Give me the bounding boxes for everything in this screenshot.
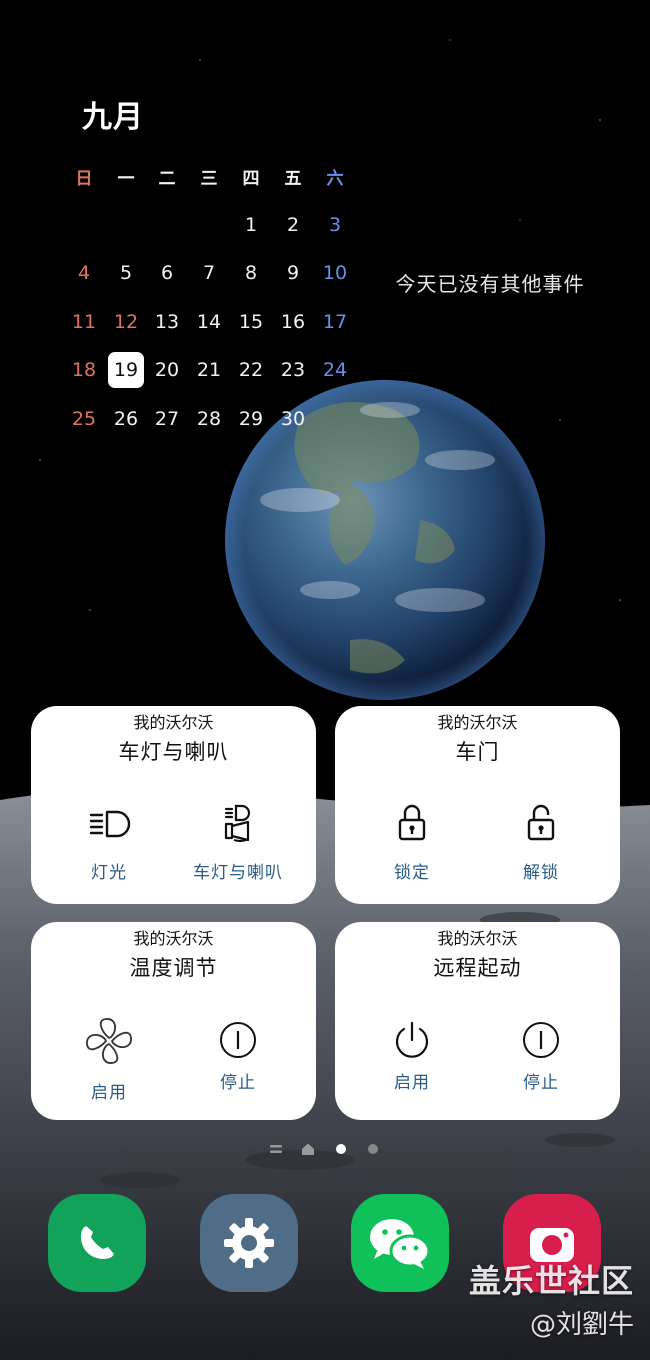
calendar-day[interactable]: 12 <box>108 304 144 340</box>
lights-button[interactable]: 灯光 <box>45 794 173 904</box>
calendar-day[interactable]: 22 <box>233 352 269 388</box>
list-view-icon[interactable] <box>269 1143 283 1155</box>
widget-remote-start: 我的沃尔沃 远程起动 启用 停止 <box>335 922 620 1120</box>
remote-start-label: 启用 <box>394 1073 430 1093</box>
calendar-day[interactable]: 23 <box>275 352 311 388</box>
page-dot-current[interactable] <box>336 1144 346 1154</box>
climate-start-label: 启用 <box>91 1083 127 1103</box>
weekday-header: 一 <box>117 168 135 189</box>
calendar-day[interactable]: 3 <box>317 207 353 243</box>
gear-icon <box>224 1218 274 1268</box>
calendar-day[interactable]: 21 <box>191 352 227 388</box>
climate-stop-button[interactable]: 停止 <box>174 1012 302 1122</box>
climate-stop-label: 停止 <box>220 1073 256 1093</box>
calendar-day[interactable]: 4 <box>66 255 102 291</box>
widget-doors: 我的沃尔沃 车门 锁定 解锁 <box>335 706 620 904</box>
weekday-header: 日 <box>75 168 93 189</box>
calendar-day[interactable]: 28 <box>191 401 227 437</box>
stop-icon <box>220 1022 256 1058</box>
page-indicator[interactable] <box>0 1140 650 1160</box>
widget-subtitle: 我的沃尔沃 <box>133 929 214 948</box>
remote-stop-label: 停止 <box>523 1073 559 1093</box>
watermark-site: 盖乐世社区 <box>468 1262 634 1300</box>
headlight-icon <box>89 810 131 838</box>
widget-subtitle: 我的沃尔沃 <box>437 929 518 948</box>
calendar-day[interactable]: 1 <box>233 207 269 243</box>
calendar-month-title: 九月 <box>82 100 144 135</box>
calendar-day[interactable]: 14 <box>191 304 227 340</box>
stop-icon <box>523 1022 559 1058</box>
calendar-day[interactable]: 25 <box>66 401 102 437</box>
climate-start-button[interactable]: 启用 <box>45 1012 173 1122</box>
power-icon <box>395 1021 429 1058</box>
calendar-day[interactable]: 27 <box>149 401 185 437</box>
remote-stop-button[interactable]: 停止 <box>477 1012 605 1122</box>
widget-title: 车灯与喇叭 <box>118 740 229 764</box>
calendar-day[interactable]: 10 <box>317 255 353 291</box>
calendar-day[interactable]: 16 <box>275 304 311 340</box>
widget-subtitle: 我的沃尔沃 <box>437 713 518 732</box>
lock-button-label: 锁定 <box>394 863 430 883</box>
calendar-day[interactable]: 13 <box>149 304 185 340</box>
calendar-day[interactable]: 15 <box>233 304 269 340</box>
horn-lights-button[interactable]: 车灯与喇叭 <box>174 794 302 904</box>
weekday-header: 五 <box>284 168 302 189</box>
calendar-day[interactable]: 11 <box>66 304 102 340</box>
horn-light-icon <box>224 804 251 843</box>
calendar-day[interactable]: 26 <box>108 401 144 437</box>
lights-button-label: 灯光 <box>91 863 127 883</box>
home-page-icon[interactable] <box>301 1142 315 1156</box>
calendar-day[interactable]: 24 <box>317 352 353 388</box>
calendar-day[interactable]: 19 <box>108 352 144 388</box>
widget-climate: 我的沃尔沃 温度调节 启用 停止 <box>31 922 316 1120</box>
widget-subtitle: 我的沃尔沃 <box>133 713 214 732</box>
no-events-text: 今天已没有其他事件 <box>395 272 585 296</box>
wechat-icon <box>370 1219 431 1269</box>
fan-icon <box>86 1018 132 1064</box>
widget-title: 远程起动 <box>433 956 522 980</box>
calendar-day[interactable]: 6 <box>149 255 185 291</box>
unlock-button[interactable]: 解锁 <box>477 794 605 904</box>
phone-app[interactable] <box>48 1194 146 1292</box>
weekday-header: 四 <box>242 168 260 189</box>
weekday-header: 三 <box>200 168 218 189</box>
phone-icon <box>81 1226 114 1259</box>
calendar-day[interactable]: 30 <box>275 401 311 437</box>
remote-start-button[interactable]: 启用 <box>348 1012 476 1122</box>
horn-lights-button-label: 车灯与喇叭 <box>193 863 283 883</box>
calendar-day[interactable]: 9 <box>275 255 311 291</box>
lock-icon <box>398 804 426 841</box>
calendar-day[interactable]: 8 <box>233 255 269 291</box>
page-dot[interactable] <box>368 1144 378 1154</box>
unlock-icon <box>527 804 555 841</box>
watermark-author: @刘劉牛 <box>529 1310 634 1340</box>
calendar-day[interactable]: 2 <box>275 207 311 243</box>
weekday-header: 二 <box>158 168 176 189</box>
widget-lights-horn: 我的沃尔沃 车灯与喇叭 灯光 车灯与喇叭 <box>31 706 316 904</box>
calendar-day[interactable]: 17 <box>317 304 353 340</box>
calendar-day[interactable]: 18 <box>66 352 102 388</box>
calendar-day[interactable]: 5 <box>108 255 144 291</box>
calendar-day[interactable]: 29 <box>233 401 269 437</box>
settings-app[interactable] <box>200 1194 298 1292</box>
lock-button[interactable]: 锁定 <box>348 794 476 904</box>
widget-title: 温度调节 <box>129 956 218 980</box>
unlock-button-label: 解锁 <box>523 863 559 883</box>
widget-title: 车门 <box>455 740 500 764</box>
calendar-day[interactable]: 20 <box>149 352 185 388</box>
calendar-day[interactable]: 7 <box>191 255 227 291</box>
weekday-header: 六 <box>326 168 344 189</box>
wechat-app[interactable] <box>351 1194 449 1292</box>
